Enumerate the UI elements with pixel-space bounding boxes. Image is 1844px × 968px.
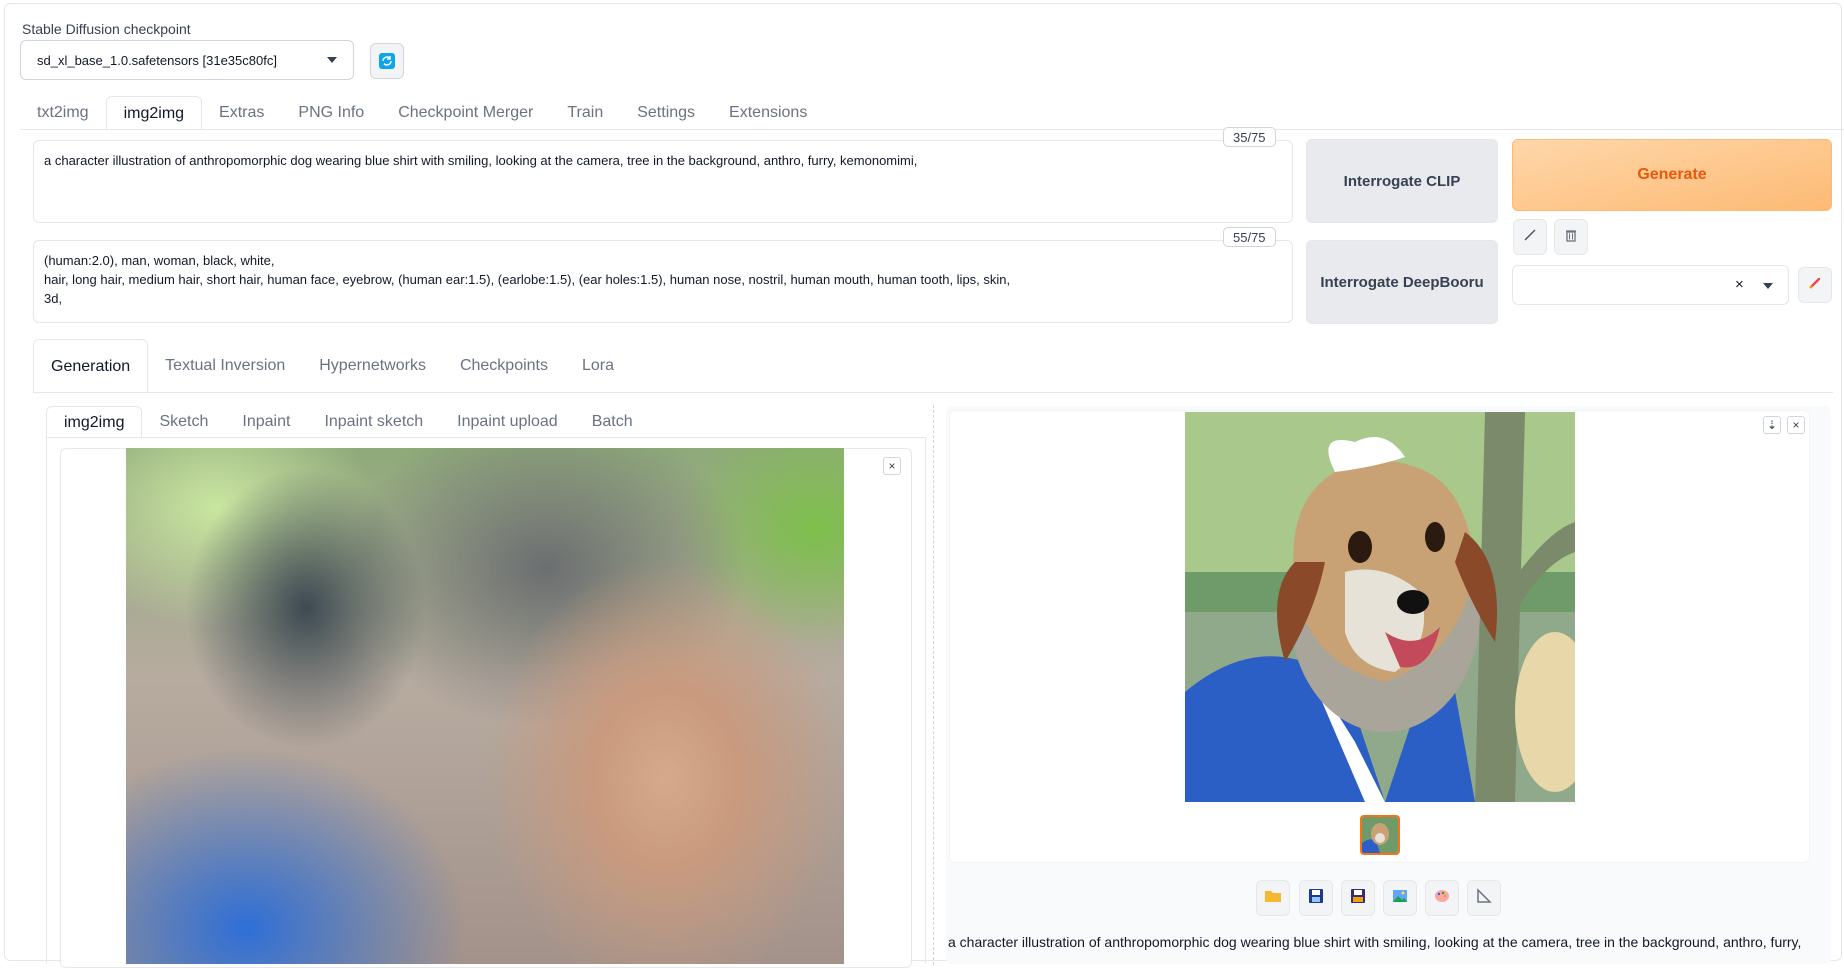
checkpoint-label: Stable Diffusion checkpoint bbox=[22, 21, 191, 37]
folder-icon bbox=[1264, 888, 1282, 909]
palette-icon bbox=[1434, 888, 1450, 909]
tabs-divider bbox=[20, 129, 1844, 130]
paste-prompt-button[interactable] bbox=[1513, 219, 1547, 255]
tab-img2img-mode[interactable]: img2img bbox=[46, 406, 143, 438]
generation-tabs-divider bbox=[33, 392, 1833, 393]
tab-inpaint-upload[interactable]: Inpaint upload bbox=[440, 406, 575, 438]
clear-styles-icon[interactable]: × bbox=[1735, 276, 1744, 293]
tab-inpaint-sketch[interactable]: Inpaint sketch bbox=[307, 406, 440, 438]
zip-button[interactable] bbox=[1341, 880, 1375, 916]
tab-generation[interactable]: Generation bbox=[33, 339, 149, 393]
close-icon: × bbox=[888, 459, 896, 473]
chevron-down-icon bbox=[1763, 283, 1773, 289]
interrogate-deepbooru-button[interactable]: Interrogate DeepBooru bbox=[1306, 240, 1498, 324]
refresh-icon bbox=[379, 53, 395, 69]
clear-prompt-button[interactable] bbox=[1554, 219, 1588, 255]
download-image-button[interactable]: ⇣ bbox=[1763, 416, 1781, 434]
pencil-icon bbox=[1522, 227, 1538, 248]
prompt-input[interactable]: a character illustration of anthropomorp… bbox=[33, 140, 1293, 223]
trash-icon bbox=[1563, 227, 1579, 248]
prompt-text: a character illustration of anthropomorp… bbox=[44, 153, 918, 168]
tab-settings[interactable]: Settings bbox=[620, 96, 712, 130]
refresh-checkpoints-button[interactable] bbox=[370, 43, 404, 79]
tab-lora[interactable]: Lora bbox=[565, 339, 631, 393]
tab-hypernetworks[interactable]: Hypernetworks bbox=[302, 339, 443, 393]
styles-dropdown[interactable]: × bbox=[1512, 265, 1789, 305]
send-to-img2img-button[interactable] bbox=[1383, 880, 1417, 916]
download-icon: ⇣ bbox=[1766, 418, 1778, 432]
main-tabs: txt2img img2img Extras PNG Info Checkpoi… bbox=[20, 96, 824, 130]
tab-train[interactable]: Train bbox=[550, 96, 620, 130]
paintbrush-icon bbox=[1807, 275, 1823, 296]
input-image bbox=[126, 448, 844, 964]
close-icon: × bbox=[1792, 418, 1800, 432]
negative-prompt-input[interactable]: (human:2.0), man, woman, black, white, h… bbox=[33, 240, 1293, 323]
tab-img2img[interactable]: img2img bbox=[105, 96, 203, 130]
remove-input-image-button[interactable]: × bbox=[883, 457, 901, 475]
send-to-inpaint-button[interactable] bbox=[1425, 880, 1459, 916]
tab-batch[interactable]: Batch bbox=[575, 406, 650, 438]
ruler-icon bbox=[1476, 887, 1492, 909]
checkpoint-value: sd_xl_base_1.0.safetensors [31e35c80fc] bbox=[37, 52, 277, 68]
zip-icon bbox=[1350, 888, 1366, 909]
send-to-extras-button[interactable] bbox=[1467, 880, 1501, 916]
tab-extensions[interactable]: Extensions bbox=[712, 96, 824, 130]
output-caption: a character illustration of anthropomorp… bbox=[948, 934, 1802, 950]
negative-prompt-line: 3d, bbox=[44, 291, 63, 306]
negative-prompt-line: (human:2.0), man, woman, black, white, bbox=[44, 253, 275, 268]
generated-image[interactable] bbox=[1185, 412, 1575, 802]
tab-checkpoints[interactable]: Checkpoints bbox=[443, 339, 565, 393]
negative-prompt-token-counter: 55/75 bbox=[1223, 227, 1276, 247]
negative-prompt-line: hair, long hair, medium hair, short hair… bbox=[44, 272, 1011, 287]
close-gallery-button[interactable]: × bbox=[1787, 416, 1805, 434]
tab-inpaint[interactable]: Inpaint bbox=[225, 406, 307, 438]
tab-checkpoint-merger[interactable]: Checkpoint Merger bbox=[381, 96, 550, 130]
tab-sketch[interactable]: Sketch bbox=[142, 406, 225, 438]
tab-extras[interactable]: Extras bbox=[202, 96, 281, 130]
open-folder-button[interactable] bbox=[1256, 880, 1290, 916]
checkpoint-dropdown[interactable]: sd_xl_base_1.0.safetensors [31e35c80fc] bbox=[20, 40, 354, 80]
generate-button[interactable]: Generate bbox=[1512, 139, 1832, 211]
tab-png-info[interactable]: PNG Info bbox=[281, 96, 381, 130]
edit-styles-button[interactable] bbox=[1798, 267, 1832, 303]
save-icon bbox=[1308, 888, 1324, 909]
tab-textual-inversion[interactable]: Textual Inversion bbox=[148, 339, 302, 393]
gallery-thumbnail[interactable] bbox=[1360, 815, 1400, 855]
tab-txt2img[interactable]: txt2img bbox=[20, 96, 106, 130]
image-mode-tabs: img2img Sketch Inpaint Inpaint sketch In… bbox=[46, 406, 650, 438]
interrogate-clip-button[interactable]: Interrogate CLIP bbox=[1306, 139, 1498, 223]
image-icon bbox=[1392, 888, 1408, 909]
save-button[interactable] bbox=[1299, 880, 1333, 916]
prompt-token-counter: 35/75 bbox=[1223, 127, 1276, 147]
column-divider bbox=[933, 405, 935, 965]
generation-tabs: Generation Textual Inversion Hypernetwor… bbox=[33, 339, 631, 393]
chevron-down-icon bbox=[327, 57, 337, 63]
